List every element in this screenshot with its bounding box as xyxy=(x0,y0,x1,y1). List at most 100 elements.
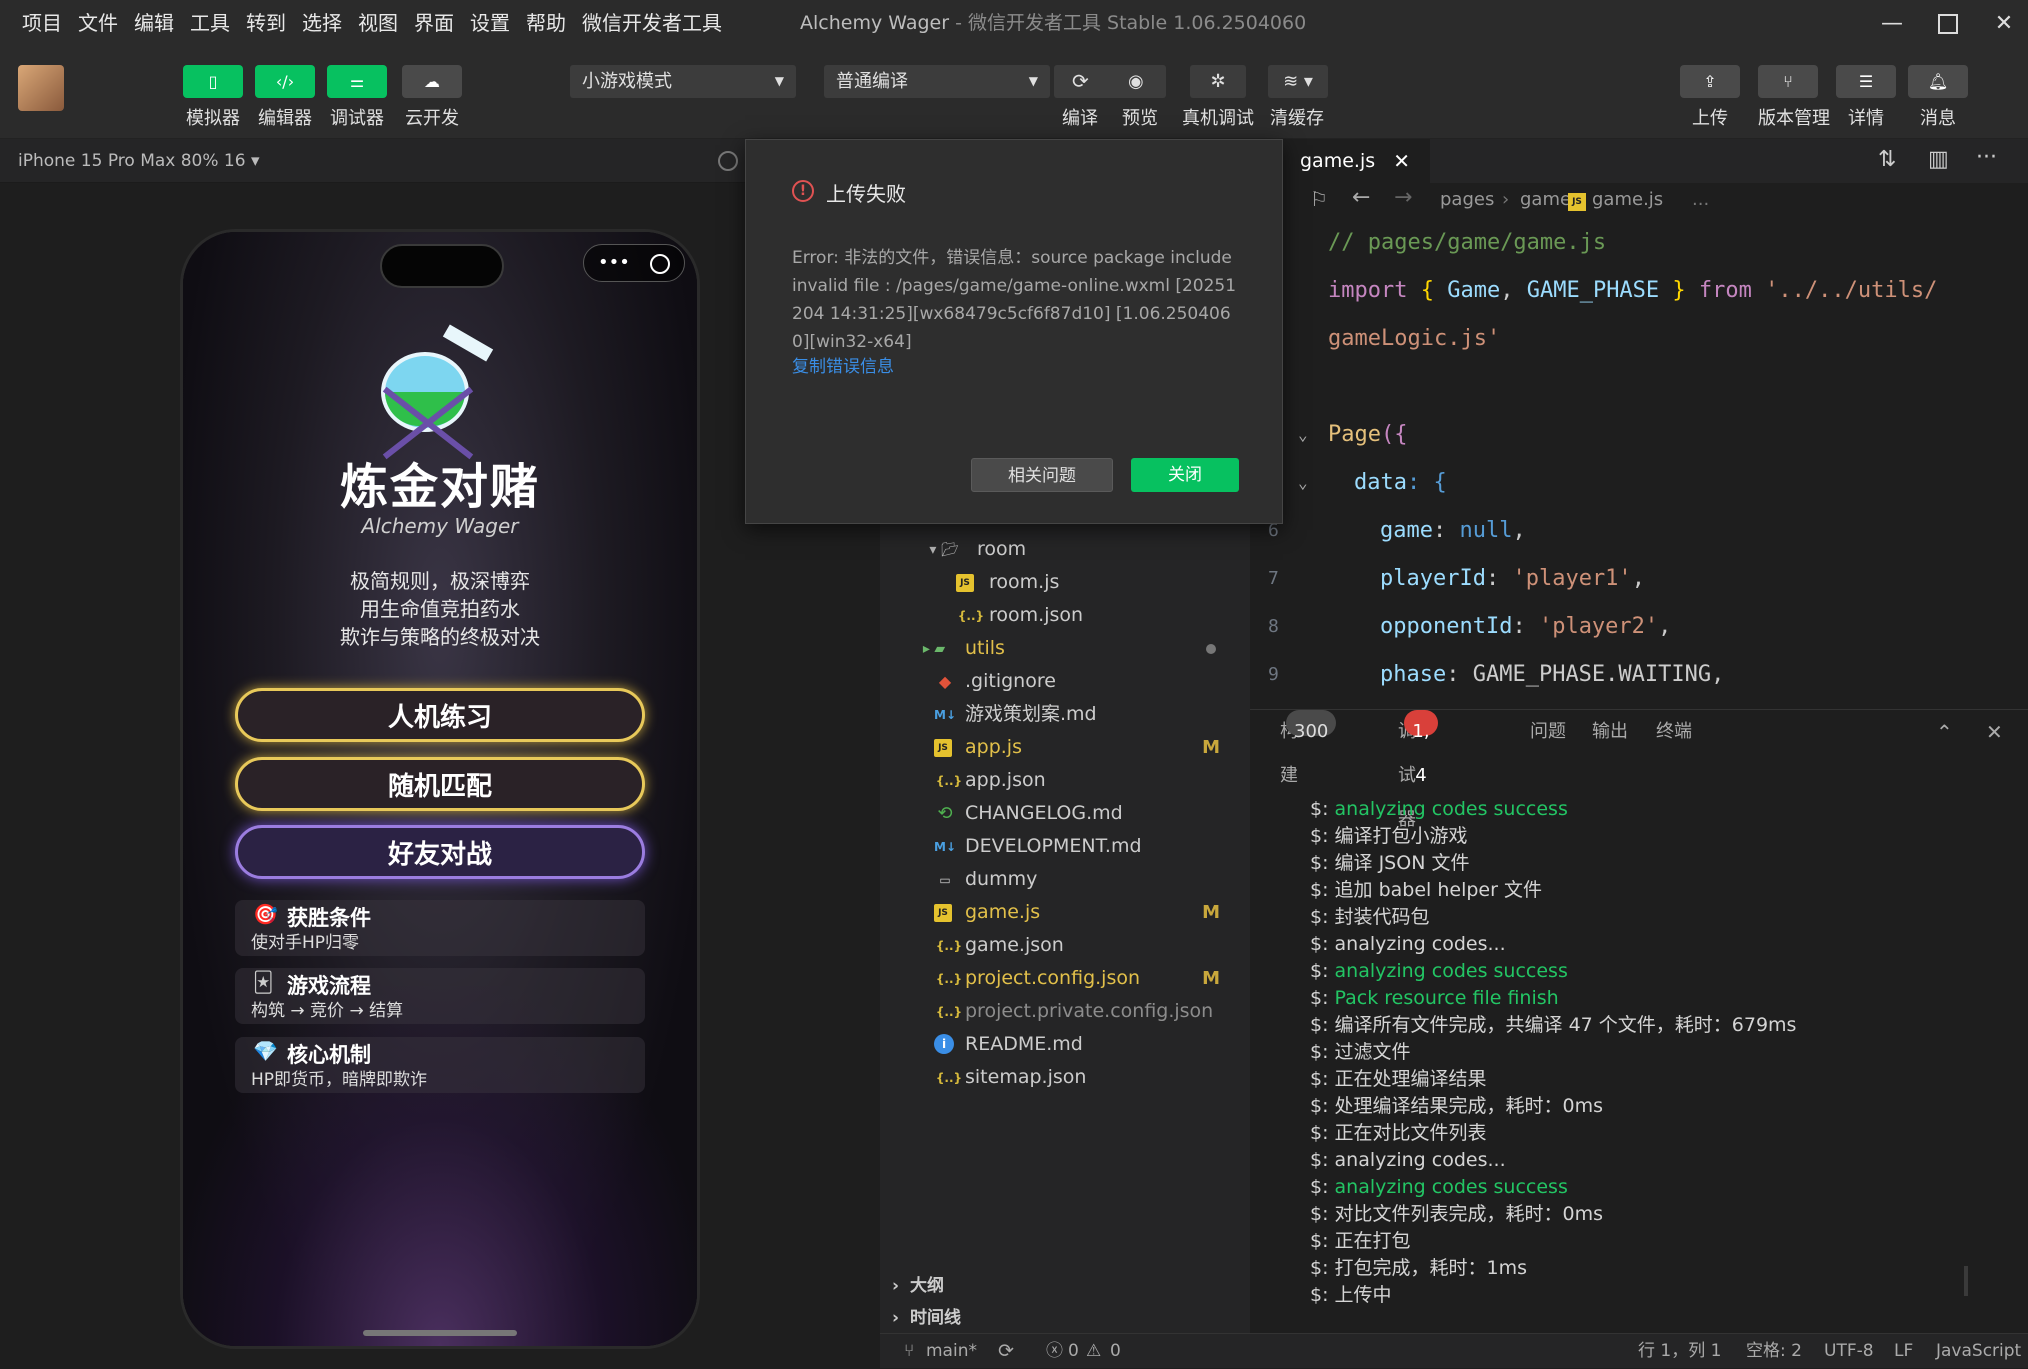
refresh-icon[interactable]: ⟳ xyxy=(1072,65,1089,98)
file-row[interactable]: {..} project.config.json M xyxy=(880,962,1250,995)
file-row[interactable]: ◆ .gitignore xyxy=(880,665,1250,698)
menu-item[interactable]: 项目 xyxy=(14,0,70,47)
close-dialog-button[interactable]: 关闭 xyxy=(1131,458,1239,492)
close-icon[interactable]: ✕ xyxy=(1393,139,1410,183)
bookmark-icon[interactable]: ⚐ xyxy=(1310,187,1328,211)
scrollbar[interactable] xyxy=(1964,1266,1968,1296)
file-row[interactable]: JS room.js xyxy=(880,566,1250,599)
cursor-position[interactable]: 行 1，列 1 xyxy=(1638,1334,1721,1369)
line-ending[interactable]: LF xyxy=(1894,1334,1913,1369)
simulator-button[interactable]: ▯ 模拟器 xyxy=(183,65,243,130)
eye-icon[interactable]: ◉ xyxy=(1128,65,1144,98)
record-icon[interactable] xyxy=(718,151,738,171)
chevron-up-icon[interactable]: ⌃ xyxy=(1936,710,1953,754)
menu-item[interactable]: 帮助 xyxy=(518,0,574,47)
warning-count[interactable]: 0 xyxy=(1110,1334,1121,1369)
menu-item[interactable]: 视图 xyxy=(350,0,406,47)
compile-select[interactable]: 普通编译 ▼ xyxy=(824,65,1050,98)
file-row[interactable]: i README.md xyxy=(880,1028,1250,1061)
real-debug-label[interactable]: 真机调试 xyxy=(1182,104,1254,130)
practice-button[interactable]: 人机练习 xyxy=(235,688,645,742)
sync-icon[interactable]: ⟳ xyxy=(998,1334,1014,1369)
close-window-button[interactable]: ✕ xyxy=(1976,0,2028,47)
forward-icon[interactable]: → xyxy=(1394,185,1412,210)
random-match-button[interactable]: 随机匹配 xyxy=(235,757,645,811)
cloud-button[interactable]: ☁ 云开发 xyxy=(402,65,462,130)
outline-section[interactable]: › 大纲 xyxy=(880,1270,1250,1303)
editor-button[interactable]: ‹/› 编辑器 xyxy=(255,65,315,130)
file-row[interactable]: JS game.js M xyxy=(880,896,1250,929)
menu-item[interactable]: 选择 xyxy=(294,0,350,47)
version-button[interactable]: ⑂ 版本管理 xyxy=(1758,65,1830,130)
error-icon: ! xyxy=(792,180,814,202)
language-mode[interactable]: JavaScript xyxy=(1936,1334,2021,1369)
file-row[interactable]: {..} room.json xyxy=(880,599,1250,632)
close-miniprogram-icon[interactable] xyxy=(650,254,670,274)
file-row[interactable]: {..} app.json xyxy=(880,764,1250,797)
compare-icon[interactable]: ⇅ xyxy=(1878,147,1896,172)
file-row[interactable]: {..} project.private.config.json xyxy=(880,995,1250,1028)
file-row[interactable]: ▭ dummy xyxy=(880,863,1250,896)
menu-item[interactable]: 界面 xyxy=(406,0,462,47)
split-editor-icon[interactable]: ▥ xyxy=(1928,147,1949,172)
breadcrumb-item[interactable]: game.js xyxy=(1592,189,1663,210)
tab-game-js[interactable]: game.js ✕ xyxy=(1280,139,1430,183)
file-row[interactable]: {..} game.json xyxy=(880,929,1250,962)
mode-select[interactable]: 小游戏模式 ▼ xyxy=(570,65,796,98)
cloud-label: 云开发 xyxy=(405,108,459,129)
code-editor[interactable]: 1// pages/game/game.js 2import { Game, G… xyxy=(1250,219,2028,709)
breadcrumb-item[interactable]: ... xyxy=(1692,189,1709,210)
menu-item[interactable]: 微信开发者工具 xyxy=(574,0,730,47)
code-line: game: null, xyxy=(1380,518,1526,543)
file-row[interactable]: ▾ 📂︎ room xyxy=(880,533,1250,566)
close-panel-icon[interactable]: ✕ xyxy=(1986,710,2003,754)
capsule-menu[interactable]: ••• xyxy=(583,244,685,282)
file-name: README.md xyxy=(965,1033,1083,1055)
more-icon[interactable]: ••• xyxy=(598,245,630,281)
compile-label[interactable]: 编译 xyxy=(1062,104,1098,130)
menu-item[interactable]: 工具 xyxy=(182,0,238,47)
layers-icon: ≋ ▾ xyxy=(1283,71,1313,92)
menu-item[interactable]: 文件 xyxy=(70,0,126,47)
debugger-button[interactable]: ⚌ 调试器 xyxy=(327,65,387,130)
friend-battle-button[interactable]: 好友对战 xyxy=(235,825,645,879)
device-select[interactable]: iPhone 15 Pro Max 80% 16 ▾ xyxy=(18,139,260,183)
clear-cache-button[interactable]: ≋ ▾ xyxy=(1268,65,1328,98)
branch-name[interactable]: main* xyxy=(926,1334,977,1369)
fold-chevron-icon[interactable]: ⌄ xyxy=(1298,411,1308,459)
tab-problems[interactable]: 问题 xyxy=(1530,710,1566,754)
menu-item[interactable]: 转到 xyxy=(238,0,294,47)
tab-terminal[interactable]: 终端 xyxy=(1656,710,1692,754)
log-prefix: $: xyxy=(1310,933,1335,955)
details-button[interactable]: ☰ 详情 xyxy=(1836,65,1896,130)
breadcrumb-item[interactable]: game xyxy=(1520,189,1571,210)
minimize-button[interactable]: — xyxy=(1864,0,1920,47)
messages-button[interactable]: 🔔︎ 消息 xyxy=(1908,65,1968,130)
file-row[interactable]: ▸ ▰ utils xyxy=(880,632,1250,665)
file-row[interactable]: JS app.js M xyxy=(880,731,1250,764)
file-row[interactable]: M↓ 游戏策划案.md xyxy=(880,698,1250,731)
home-indicator xyxy=(363,1330,517,1336)
indentation[interactable]: 空格: 2 xyxy=(1746,1334,1802,1369)
file-row[interactable]: M↓ DEVELOPMENT.md xyxy=(880,830,1250,863)
related-issues-button[interactable]: 相关问题 xyxy=(971,458,1113,492)
breadcrumb-item[interactable]: pages xyxy=(1440,189,1494,210)
tab-output[interactable]: 输出 xyxy=(1592,710,1628,754)
file-row[interactable]: ⟲ CHANGELOG.md xyxy=(880,797,1250,830)
encoding[interactable]: UTF-8 xyxy=(1824,1334,1874,1369)
file-row[interactable]: {..} sitemap.json xyxy=(880,1061,1250,1094)
avatar[interactable] xyxy=(18,65,64,111)
fold-chevron-icon[interactable]: ⌄ xyxy=(1298,459,1308,507)
back-icon[interactable]: ← xyxy=(1352,185,1370,210)
upload-button[interactable]: ⇪ 上传 xyxy=(1680,65,1740,130)
preview-label[interactable]: 预览 xyxy=(1122,104,1158,130)
menu-item[interactable]: 设置 xyxy=(462,0,518,47)
more-actions-icon[interactable]: ··· xyxy=(1976,145,1997,170)
menu-item[interactable]: 编辑 xyxy=(126,0,182,47)
clear-cache-label[interactable]: 清缓存 xyxy=(1270,104,1324,130)
error-count[interactable]: 0 xyxy=(1068,1334,1079,1369)
timeline-section[interactable]: › 时间线 xyxy=(880,1302,1250,1335)
real-debug-button[interactable]: ✲ xyxy=(1190,65,1246,98)
maximize-button[interactable] xyxy=(1920,0,1976,47)
copy-error-link[interactable]: 复制错误信息 xyxy=(792,352,894,377)
